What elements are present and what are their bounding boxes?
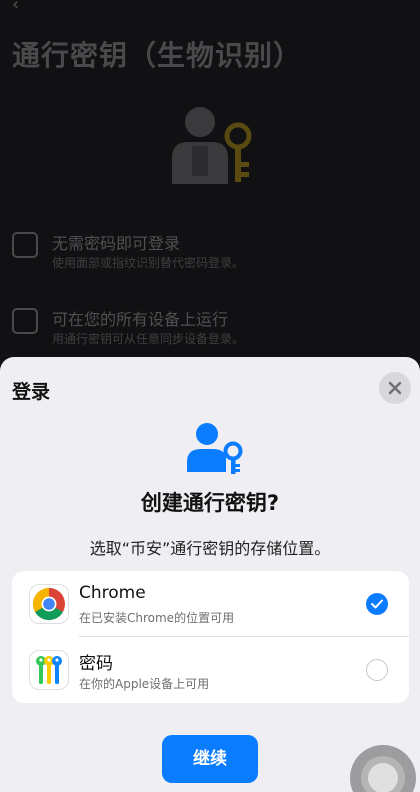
devices-icon [12,308,38,334]
option-subtitle: 在已安装Chrome的位置可用 [79,611,235,625]
feature-title: 可在您的所有设备上运行 [52,310,229,329]
person-key-icon [187,423,243,474]
close-button[interactable] [379,372,411,404]
sheet-title: 登录 [12,381,51,403]
storage-options: Chrome 在已安装Chrome的位置可用 密码 在你的Apple设备上可用 [12,571,409,703]
option-name: 密码 [79,654,113,674]
selected-checkmark-icon [366,593,388,615]
option-passwords[interactable]: 密码 在你的Apple设备上可用 [12,637,409,703]
back-icon: ‹ [12,0,20,15]
option-subtitle: 在你的Apple设备上可用 [79,677,210,691]
face-id-icon [12,232,38,258]
feature-row: 可在您的所有设备上运行 用通行密钥可从任意同步设备登录。 [12,306,412,346]
option-name: Chrome [79,583,146,603]
sheet-description: 选取“币安”通行密钥的存储位置。 [89,539,331,558]
continue-button[interactable]: 继续 [162,735,258,783]
passkey-illustration [172,107,252,184]
sheet-heading: 创建通行密钥? [140,491,280,515]
feature-subtitle: 用通行密钥可从任意同步设备登录。 [52,332,245,346]
feature-title: 无需密码即可登录 [52,234,181,253]
feature-subtitle: 使用面部或指纹识别替代密码登录。 [52,256,245,270]
chrome-icon [29,584,69,624]
option-chrome[interactable]: Chrome 在已安装Chrome的位置可用 [12,571,409,637]
passwords-app-icon [29,650,69,690]
unselected-radio[interactable] [366,659,388,681]
feature-row: 无需密码即可登录 使用面部或指纹识别替代密码登录。 [12,230,412,270]
close-icon [388,381,402,395]
page-title: 通行密钥（生物识别） [12,39,303,72]
